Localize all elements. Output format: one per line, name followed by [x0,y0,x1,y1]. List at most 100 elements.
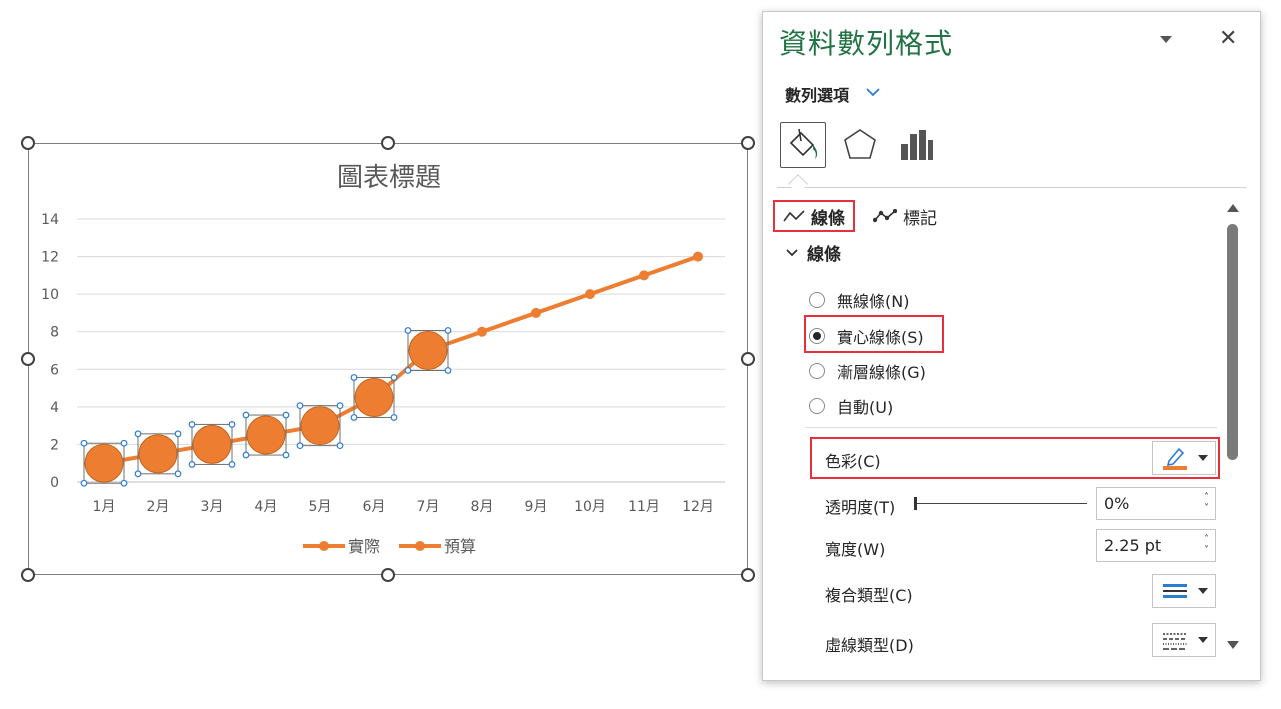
radio-label: 無線條(N) [837,292,910,311]
chart-plot[interactable]: 圖表標題 0 2 4 6 8 10 12 14 1月 2月 3月 4月 5月 6月 7月 8月 9月 10月 11… [29,144,749,576]
scroll-up-icon[interactable] [1227,204,1239,212]
compound-lines-icon [1163,584,1187,598]
resize-handle-top-left[interactable] [21,136,35,150]
pen-color-icon [1163,447,1187,470]
section-separator [805,427,1217,428]
tab-marker[interactable]: 標記 [873,200,937,232]
selection-handle [390,414,398,421]
x-tick-label: 12月 [682,499,714,515]
transparency-value[interactable]: 0% [1104,494,1129,513]
selection-handle [228,461,236,468]
actual-marker [246,415,286,455]
dash-type-button[interactable] [1152,623,1216,657]
y-tick-label: 0 [50,475,59,491]
resize-handle-bottom-right[interactable] [741,568,755,582]
x-tick-label: 2月 [147,499,170,515]
selection-handle [336,442,344,450]
series-line-budget [103,254,699,466]
tab-marker-label: 標記 [903,208,937,229]
selection-handle [80,479,88,487]
budget-marker [693,251,703,262]
selection-handle [336,402,344,410]
compound-type-button[interactable] [1152,574,1216,608]
caret-down-icon [1198,588,1208,594]
category-pointer [788,174,808,194]
resize-handle-top-right[interactable] [741,136,755,150]
pane-scrollbar[interactable] [1226,198,1240,654]
tab-line[interactable]: 線條 [773,200,855,232]
series-options-dropdown[interactable]: 數列選項 [785,82,849,106]
selection-handle [296,402,304,410]
transparency-slider-thumb[interactable] [914,497,917,510]
selection-handle [296,442,304,450]
chart-area[interactable]: 圖表標題 0 2 4 6 8 10 12 14 1月 2月 3月 4月 5月 6月 7月 8月 9月 10月 11… [28,143,748,575]
x-tick-label: 4月 [255,499,278,515]
close-icon[interactable]: ✕ [1219,26,1237,51]
radio-button[interactable] [809,363,825,379]
resize-handle-left[interactable] [21,352,35,366]
selection-handle [282,411,290,419]
selection-handle [228,421,236,428]
transparency-slider-track[interactable] [915,503,1087,504]
legend-marker [415,541,425,551]
chart-title[interactable]: 圖表標題 [337,163,441,193]
width-spinner[interactable]: 2.25 pt ˄ ˅ [1096,529,1216,562]
radio-button[interactable] [809,292,825,308]
width-value[interactable]: 2.25 pt [1104,536,1161,555]
radio-button[interactable] [809,398,825,414]
pane-title: 資料數列格式 [779,27,954,60]
selection-handle [444,327,452,334]
radio-label: 自動(U) [837,398,894,417]
legend-label: 實際 [348,537,380,556]
line-chart-icon [783,210,805,222]
line-section-header[interactable]: 線條 [785,240,841,265]
caret-down-icon [1198,455,1208,461]
selection-handle [350,374,358,381]
dash-type-label: 虛線類型(D) [825,636,914,655]
transparency-label: 透明度(T) [825,498,896,517]
selection-handle [174,430,182,438]
color-picker-button[interactable] [1152,441,1216,475]
resize-handle-right[interactable] [741,352,755,366]
radio-button-checked[interactable] [809,328,825,344]
budget-marker [585,289,595,300]
radio-solid-line[interactable]: 實心線條(S) [809,324,924,348]
selection-handle [242,451,250,459]
resize-handle-bottom[interactable] [381,568,395,582]
dash-lines-icon [1163,633,1187,650]
chevron-down-icon [786,248,798,256]
radio-gradient-line[interactable]: 漸層線條(G) [809,359,926,383]
y-tick-label: 8 [50,325,59,341]
spinner-arrows-icon[interactable]: ˄ ˅ [1204,492,1209,514]
fill-line-category-button[interactable] [780,122,826,168]
actual-marker [84,443,124,483]
resize-handle-bottom-left[interactable] [21,568,35,582]
y-tick-label: 2 [50,437,59,453]
x-tick-label: 7月 [417,499,440,515]
scroll-down-icon[interactable] [1227,641,1239,649]
scroll-thumb[interactable] [1227,224,1238,460]
tab-line-label: 線條 [811,208,845,229]
x-tick-label: 6月 [363,499,386,515]
chevron-down-icon[interactable] [865,86,881,98]
radio-no-line[interactable]: 無線條(N) [809,288,909,312]
pane-options-dropdown-icon[interactable] [1160,36,1172,43]
series-options-category-button[interactable] [893,122,939,168]
spinner-arrows-icon[interactable]: ˄ ˅ [1204,534,1209,556]
transparency-spinner[interactable]: 0% ˄ ˅ [1096,487,1216,520]
category-divider [777,187,1246,188]
budget-marker [531,307,541,318]
resize-handle-top[interactable] [381,136,395,150]
effects-category-button[interactable] [837,122,883,168]
line-section-label: 線條 [807,245,841,265]
actual-marker [354,377,394,417]
y-tick-label: 12 [41,250,59,266]
radio-label: 漸層線條(G) [837,363,926,382]
selection-handle [80,439,88,447]
selection-handle [188,461,196,468]
y-tick-label: 6 [50,362,59,378]
radio-automatic[interactable]: 自動(U) [809,394,893,418]
marker-line-icon [873,209,897,223]
budget-marker [477,326,487,337]
selection-handle [134,430,142,438]
